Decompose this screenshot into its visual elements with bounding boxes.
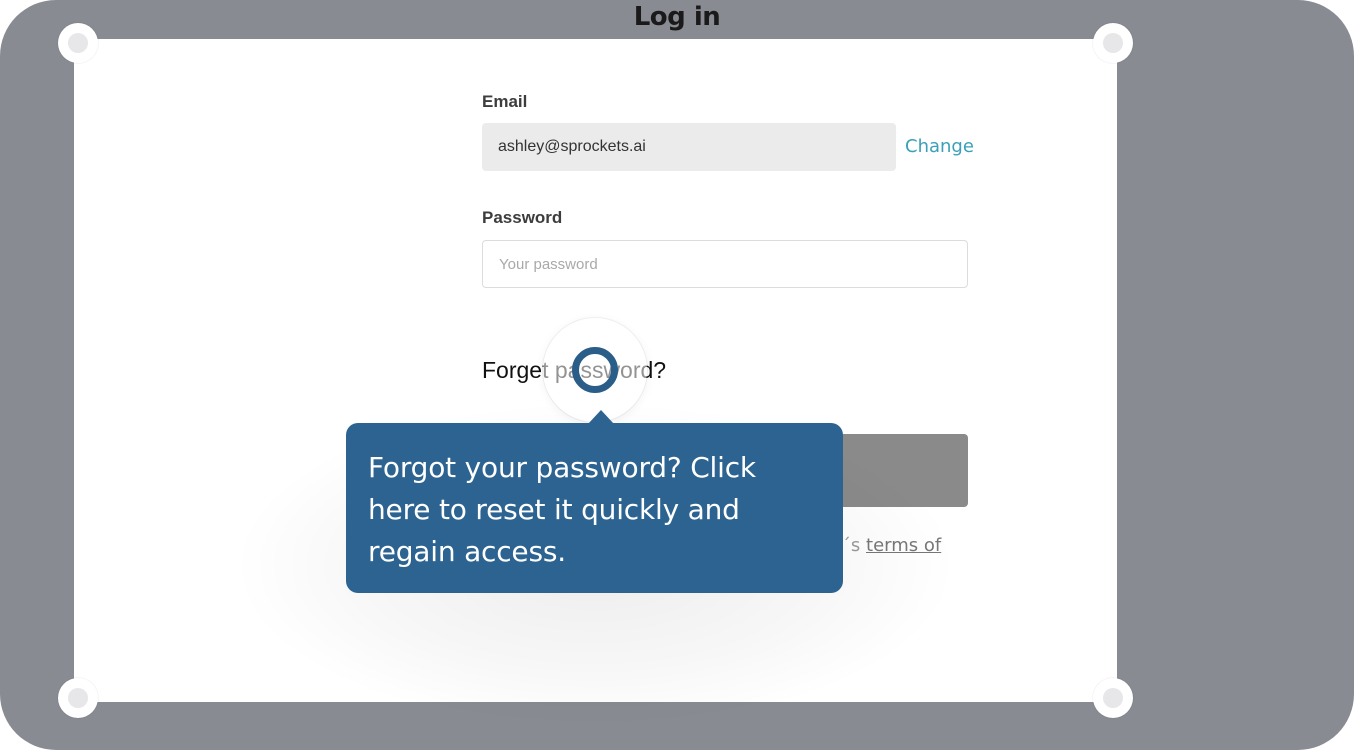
password-label: Password	[482, 208, 563, 227]
tooltip-arrow	[588, 410, 614, 424]
email-field: ashley@sprockets.ai	[482, 123, 896, 171]
login-button[interactable]	[834, 434, 968, 507]
hotspot-marker[interactable]	[572, 347, 618, 393]
terms-link[interactable]: terms of	[866, 535, 941, 556]
password-input[interactable]	[482, 240, 968, 288]
presentation-frame: Log in Email ashley@sprockets.ai Change …	[0, 0, 1354, 750]
guide-tooltip: Forgot your password? Click here to rese…	[346, 423, 843, 593]
corner-handle-top-left	[58, 23, 98, 63]
corner-handle-bottom-left	[58, 678, 98, 718]
change-email-link[interactable]: Change	[905, 136, 974, 157]
corner-handle-bottom-right	[1093, 678, 1133, 718]
page-title: Log in	[633, 2, 721, 32]
tooltip-text: Forgot your password? Click here to rese…	[368, 451, 756, 568]
email-label: Email	[482, 92, 528, 111]
corner-handle-top-right	[1093, 23, 1133, 63]
